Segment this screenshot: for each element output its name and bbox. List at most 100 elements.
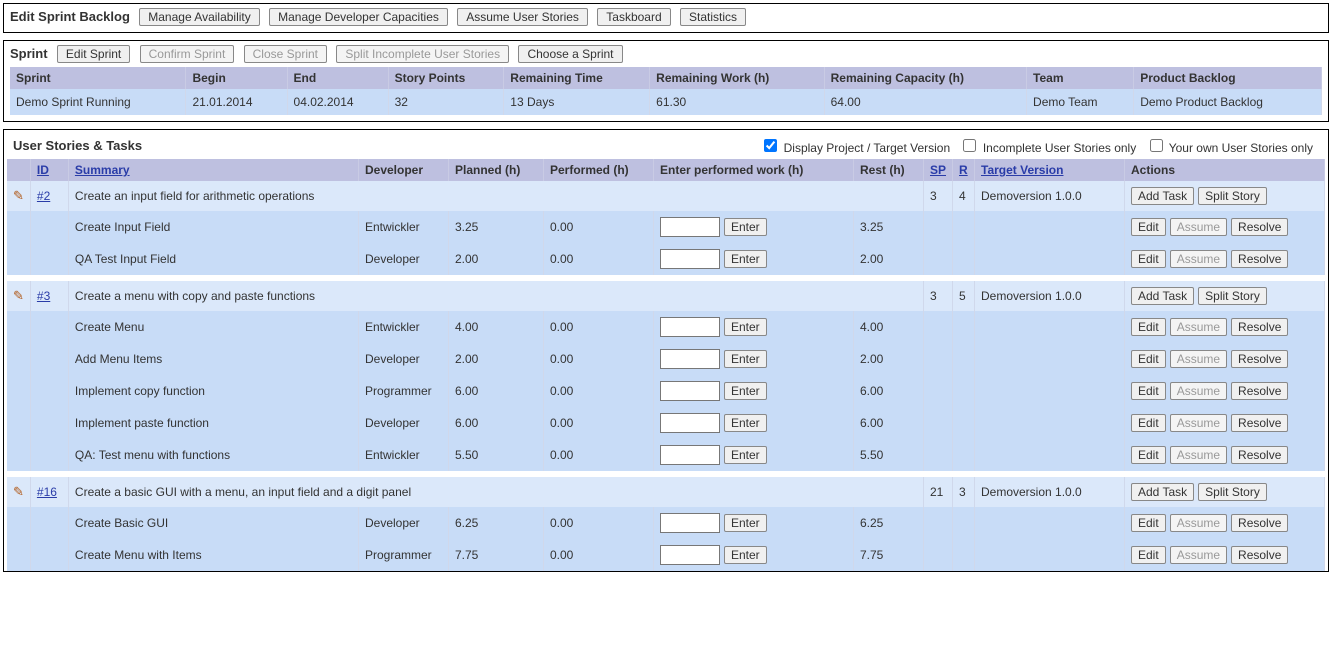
taskboard-button[interactable]: Taskboard — [597, 8, 670, 26]
filter-incomplete[interactable]: Incomplete User Stories only — [959, 141, 1136, 155]
performed-work-input[interactable] — [660, 249, 720, 269]
edit-sprint-button[interactable]: Edit Sprint — [57, 45, 130, 63]
col-summary[interactable]: Summary — [68, 159, 358, 181]
performed-work-input[interactable] — [660, 317, 720, 337]
task-row: Create Input FieldEntwickler3.250.00Ente… — [7, 211, 1325, 243]
filter-own[interactable]: Your own User Stories only — [1146, 141, 1313, 155]
filter-project[interactable]: Display Project / Target Version — [760, 141, 950, 155]
resolve-task-button[interactable]: Resolve — [1231, 382, 1288, 400]
resolve-task-button[interactable]: Resolve — [1231, 546, 1288, 564]
enter-button[interactable]: Enter — [724, 414, 767, 432]
filter-project-checkbox[interactable] — [764, 139, 777, 152]
resolve-task-button[interactable]: Resolve — [1231, 218, 1288, 236]
assume-task-button: Assume — [1170, 546, 1227, 564]
task-summary: QA Test Input Field — [68, 243, 358, 275]
manage-developer-capacities-button[interactable]: Manage Developer Capacities — [269, 8, 448, 26]
add-task-button[interactable]: Add Task — [1131, 287, 1194, 305]
sprint-panel: Sprint Edit Sprint Confirm Sprint Close … — [3, 40, 1329, 122]
edit-task-button[interactable]: Edit — [1131, 546, 1166, 564]
performed-work-input[interactable] — [660, 413, 720, 433]
task-developer: Developer — [358, 343, 448, 375]
performed-work-input[interactable] — [660, 349, 720, 369]
choose-sprint-button[interactable]: Choose a Sprint — [518, 45, 622, 63]
task-planned: 3.25 — [448, 211, 543, 243]
split-story-button[interactable]: Split Story — [1198, 287, 1267, 305]
split-story-button[interactable]: Split Story — [1198, 483, 1267, 501]
performed-work-input[interactable] — [660, 381, 720, 401]
enter-button[interactable]: Enter — [724, 382, 767, 400]
col-r[interactable]: R — [953, 159, 975, 181]
edit-task-button[interactable]: Edit — [1131, 318, 1166, 336]
edit-task-button[interactable]: Edit — [1131, 250, 1166, 268]
edit-task-button[interactable]: Edit — [1131, 514, 1166, 532]
resolve-task-button[interactable]: Resolve — [1231, 514, 1288, 532]
filter-own-checkbox[interactable] — [1150, 139, 1163, 152]
pencil-icon[interactable]: ✎ — [13, 288, 24, 303]
edit-task-button[interactable]: Edit — [1131, 446, 1166, 464]
edit-task-button[interactable]: Edit — [1131, 414, 1166, 432]
resolve-task-button[interactable]: Resolve — [1231, 250, 1288, 268]
col-sp[interactable]: SP — [923, 159, 952, 181]
story-sp: 3 — [923, 281, 952, 311]
page-title: Edit Sprint Backlog — [10, 9, 130, 24]
performed-work-input[interactable] — [660, 513, 720, 533]
col-rem-cap: Remaining Capacity (h) — [824, 67, 1026, 89]
enter-button[interactable]: Enter — [724, 218, 767, 236]
resolve-task-button[interactable]: Resolve — [1231, 414, 1288, 432]
col-backlog: Product Backlog — [1134, 67, 1322, 89]
enter-button[interactable]: Enter — [724, 546, 767, 564]
edit-task-button[interactable]: Edit — [1131, 218, 1166, 236]
story-id-link[interactable]: #2 — [37, 189, 50, 203]
task-summary: Implement paste function — [68, 407, 358, 439]
edit-task-button[interactable]: Edit — [1131, 382, 1166, 400]
enter-button[interactable]: Enter — [724, 350, 767, 368]
task-row: Create Menu with ItemsProgrammer7.750.00… — [7, 539, 1325, 571]
split-story-button[interactable]: Split Story — [1198, 187, 1267, 205]
story-id-link[interactable]: #3 — [37, 289, 50, 303]
task-row: Add Menu ItemsDeveloper2.000.00Enter2.00… — [7, 343, 1325, 375]
filter-incomplete-checkbox[interactable] — [963, 139, 976, 152]
task-rest: 2.00 — [853, 243, 923, 275]
assume-user-stories-button[interactable]: Assume User Stories — [457, 8, 588, 26]
task-planned: 6.00 — [448, 375, 543, 407]
resolve-task-button[interactable]: Resolve — [1231, 318, 1288, 336]
assume-task-button: Assume — [1170, 382, 1227, 400]
statistics-button[interactable]: Statistics — [680, 8, 746, 26]
pencil-icon[interactable]: ✎ — [13, 188, 24, 203]
story-row: ✎#16Create a basic GUI with a menu, an i… — [7, 477, 1325, 507]
assume-task-button: Assume — [1170, 318, 1227, 336]
col-end: End — [287, 67, 388, 89]
enter-button[interactable]: Enter — [724, 514, 767, 532]
performed-work-input[interactable] — [660, 545, 720, 565]
resolve-task-button[interactable]: Resolve — [1231, 446, 1288, 464]
col-id[interactable]: ID — [30, 159, 68, 181]
story-id-link[interactable]: #16 — [37, 485, 57, 499]
resolve-task-button[interactable]: Resolve — [1231, 350, 1288, 368]
task-rest: 6.00 — [853, 375, 923, 407]
stories-title: User Stories & Tasks — [13, 138, 142, 153]
task-developer: Entwickler — [358, 211, 448, 243]
edit-task-button[interactable]: Edit — [1131, 350, 1166, 368]
enter-button[interactable]: Enter — [724, 250, 767, 268]
assume-task-button: Assume — [1170, 250, 1227, 268]
col-begin: Begin — [186, 67, 287, 89]
manage-availability-button[interactable]: Manage Availability — [139, 8, 260, 26]
story-sp: 3 — [923, 181, 952, 211]
add-task-button[interactable]: Add Task — [1131, 483, 1194, 501]
task-developer: Developer — [358, 243, 448, 275]
task-summary: Implement copy function — [68, 375, 358, 407]
task-row: QA: Test menu with functionsEntwickler5.… — [7, 439, 1325, 471]
task-rest: 4.00 — [853, 311, 923, 343]
col-target-version[interactable]: Target Version — [975, 159, 1125, 181]
performed-work-input[interactable] — [660, 217, 720, 237]
sprint-remtime: 13 Days — [504, 89, 650, 115]
col-rem-work: Remaining Work (h) — [650, 67, 824, 89]
enter-button[interactable]: Enter — [724, 446, 767, 464]
task-rest: 5.50 — [853, 439, 923, 471]
pencil-icon[interactable]: ✎ — [13, 484, 24, 499]
performed-work-input[interactable] — [660, 445, 720, 465]
add-task-button[interactable]: Add Task — [1131, 187, 1194, 205]
col-sprint: Sprint — [10, 67, 186, 89]
enter-button[interactable]: Enter — [724, 318, 767, 336]
task-summary: Add Menu Items — [68, 343, 358, 375]
